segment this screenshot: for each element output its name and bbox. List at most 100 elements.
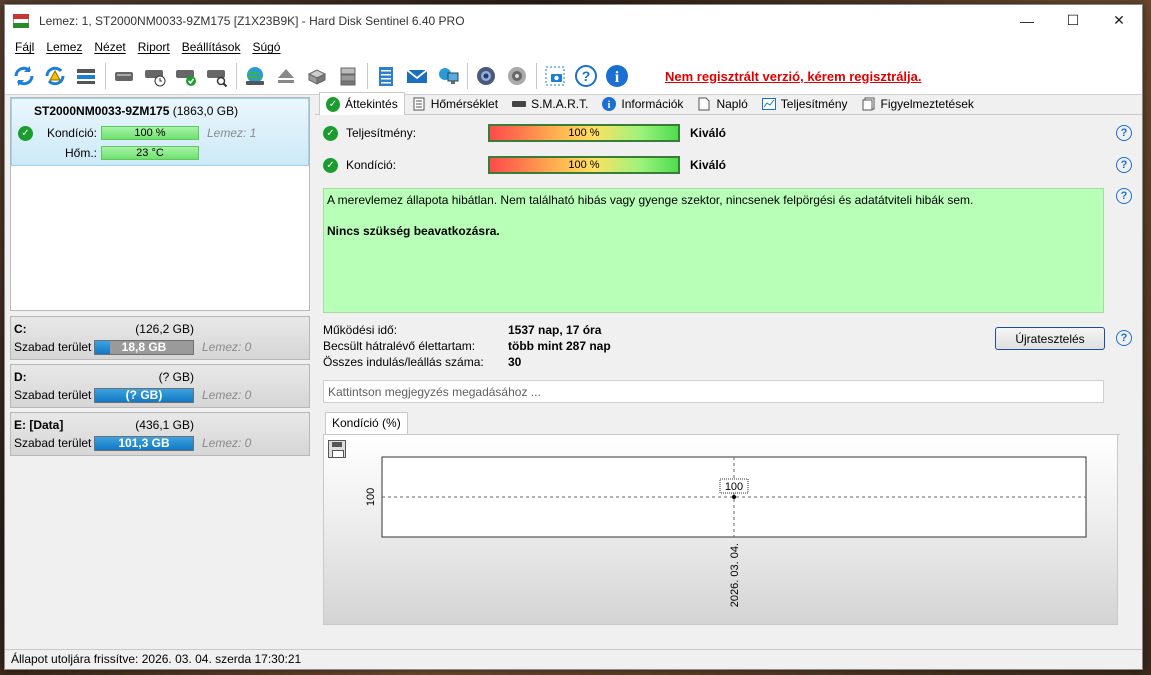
tab-temperature[interactable]: Hőmérséklet — [405, 93, 505, 114]
menu-help[interactable]: Súgó — [246, 40, 286, 54]
notepad-icon[interactable] — [373, 63, 399, 89]
maximize-button[interactable]: ☐ — [1050, 5, 1096, 36]
info-grid: Működési idő: 1537 nap, 17 óra Becsült há… — [323, 322, 1142, 372]
data-label: 100 — [725, 481, 743, 493]
health-label: Kondíció: — [346, 158, 397, 172]
health-bar: 100 % — [488, 156, 680, 174]
globe-disk-icon[interactable] — [242, 63, 268, 89]
minimize-button[interactable]: — — [1004, 5, 1050, 36]
disk-clock-icon[interactable] — [142, 63, 168, 89]
help-icon[interactable]: ? — [1116, 157, 1132, 173]
help-icon[interactable]: ? — [1116, 188, 1132, 204]
disk-entry[interactable]: ST2000NM0033-9ZM175 (1863,0 GB) ✓ Kondíc… — [11, 98, 309, 166]
temp-bar: 23 °C — [101, 146, 199, 160]
drive-icon[interactable] — [304, 63, 330, 89]
volume-letter: E: [Data] — [14, 418, 64, 432]
eject-icon[interactable] — [273, 63, 299, 89]
tab-smart[interactable]: S.M.A.R.T. — [505, 93, 595, 114]
menu-disk[interactable]: Lemez — [40, 40, 88, 54]
info-key: Összes indulás/leállás száma: — [323, 355, 484, 369]
info-icon[interactable]: i — [604, 63, 630, 89]
check-icon: ✓ — [326, 96, 340, 112]
x-tick-label: 2026. 03. 04. — [729, 543, 741, 607]
info-key: Becsült hátralévő élettartam: — [323, 339, 476, 353]
performance-bar: 100 % — [488, 124, 680, 142]
help-icon[interactable]: ? — [1116, 330, 1132, 346]
close-button[interactable]: ✕ — [1096, 5, 1142, 36]
app-window: Lemez: 1, ST2000NM0033-9ZM175 [Z1X23B9K]… — [4, 4, 1143, 670]
disk-list-icon[interactable] — [73, 63, 99, 89]
volume-size: (436,1 GB) — [135, 418, 194, 432]
info-key: Működési idő: — [323, 323, 398, 337]
status-description: A merevlemez állapota hibátlan. Nem talá… — [323, 188, 1104, 313]
menu-settings[interactable]: Beállítások — [176, 40, 247, 54]
note-input[interactable]: Kattintson megjegyzés megadásához ... — [323, 380, 1104, 403]
description-text: A merevlemez állapota hibátlan. Nem talá… — [327, 193, 974, 207]
disk-size: (1863,0 GB) — [172, 104, 239, 118]
app-logo-icon — [13, 13, 29, 28]
network-icon[interactable] — [435, 63, 461, 89]
toolbar: ? i Nem regisztrált verzió, kérem regisz… — [5, 58, 1142, 95]
tab-overview[interactable]: ✓ Áttekintés — [319, 92, 405, 115]
volume-c[interactable]: C: (126,2 GB) Szabad terület 18,8 GB Leme… — [10, 316, 310, 360]
svg-text:?: ? — [582, 68, 591, 84]
status-bar: Állapot utoljára frissítve: 2026. 03. 04… — [5, 649, 1142, 669]
tab-performance[interactable]: Teljesítmény — [755, 93, 855, 114]
chart-tab-health[interactable]: Kondíció (%) — [325, 412, 408, 434]
sound-icon[interactable] — [504, 63, 530, 89]
performance-label: Teljesítmény: — [346, 126, 417, 140]
tab-log[interactable]: Napló — [690, 93, 754, 114]
screenshot-icon[interactable] — [542, 63, 568, 89]
volume-size: (? GB) — [158, 370, 194, 384]
settings-icon[interactable] — [473, 63, 499, 89]
notepad-icon — [412, 97, 426, 111]
disk-check-icon[interactable] — [173, 63, 199, 89]
volume-letter: D: — [14, 370, 27, 384]
chart-svg: 100 100 2026. 03. 04. — [365, 456, 1087, 607]
tab-bar: ✓ Áttekintés Hőmérséklet S.M.A.R.T. i Info… — [315, 92, 1142, 115]
free-space-bar: 18,8 GB — [94, 339, 194, 355]
svg-text:i: i — [608, 100, 611, 111]
tab-alerts[interactable]: Figyelmeztetések — [855, 93, 981, 114]
menu-view[interactable]: Nézet — [88, 40, 131, 54]
disk-list: ST2000NM0033-9ZM175 (1863,0 GB) ✓ Kondíc… — [10, 97, 310, 311]
info-value: 30 — [508, 355, 522, 369]
drive-stack-icon[interactable] — [335, 63, 361, 89]
menu-report[interactable]: Riport — [132, 40, 176, 54]
volume-letter: C: — [14, 322, 27, 336]
free-space-label: Szabad terület — [14, 436, 92, 450]
disk-search-icon[interactable] — [204, 63, 230, 89]
retest-button[interactable]: Újratesztelés — [995, 327, 1105, 350]
register-link[interactable]: Nem regisztrált verzió, kérem regisztrál… — [665, 69, 922, 84]
menu-file[interactable]: Fájl — [9, 40, 40, 54]
help-icon[interactable]: ? — [1116, 125, 1132, 141]
info-value: több mint 287 nap — [508, 339, 611, 353]
check-icon: ✓ — [323, 157, 338, 173]
help-icon[interactable]: ? — [573, 63, 599, 89]
disk-icon[interactable] — [111, 63, 137, 89]
title-bar: Lemez: 1, ST2000NM0033-9ZM175 [Z1X23B9K]… — [5, 5, 1142, 36]
health-bar: 100 % — [101, 126, 199, 140]
refresh-icon[interactable] — [11, 63, 37, 89]
volume-disk-index: Lemez: 0 — [202, 388, 252, 402]
y-tick-label: 100 — [365, 488, 377, 506]
data-point — [732, 495, 736, 499]
volume-disk-index: Lemez: 0 — [202, 436, 252, 450]
mail-icon[interactable] — [404, 63, 430, 89]
disk-icon — [512, 97, 527, 111]
recommendation-text: Nincs szükség beavatkozásra. — [327, 224, 500, 238]
chart-tab-bar: Kondíció (%) — [323, 412, 1120, 435]
info-value: 1537 nap, 17 óra — [508, 323, 602, 337]
check-icon: ✓ — [323, 125, 338, 141]
refresh-warning-icon[interactable] — [42, 63, 68, 89]
document-icon — [697, 97, 711, 111]
volume-e[interactable]: E: [Data] (436,1 GB) Szabad terület 101,3… — [10, 412, 310, 456]
tab-information[interactable]: i Információk — [595, 93, 690, 114]
volume-d[interactable]: D: (? GB) Szabad terület (? GB) Lemez: 0 — [10, 364, 310, 408]
free-space-label: Szabad terület — [14, 388, 92, 402]
disk-name: ST2000NM0033-9ZM175 — [34, 104, 170, 118]
window-title: Lemez: 1, ST2000NM0033-9ZM175 [Z1X23B9K]… — [39, 13, 465, 28]
health-disk-index: Lemez: 1 — [207, 126, 257, 140]
performance-rating: Kiváló — [690, 126, 727, 140]
documents-icon — [862, 97, 876, 111]
